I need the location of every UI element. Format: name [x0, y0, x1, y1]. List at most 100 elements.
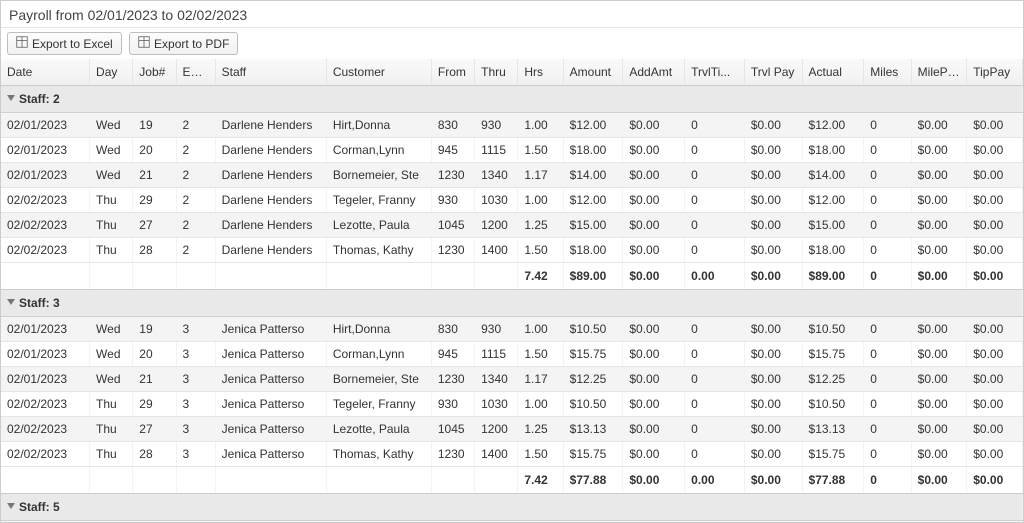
- table-row[interactable]: 02/01/2023Wed213Jenica PattersoBornemeie…: [1, 367, 1023, 392]
- cell-emp: 3: [176, 317, 215, 342]
- cell-thru: 1115: [475, 342, 518, 367]
- col-addamt[interactable]: AddAmt: [623, 59, 685, 86]
- col-from[interactable]: From: [431, 59, 474, 86]
- cell-emp: 2: [176, 213, 215, 238]
- cell-actual: $18.00: [802, 238, 864, 263]
- table-row[interactable]: 02/02/2023Thu282Darlene HendersThomas, K…: [1, 238, 1023, 263]
- group-header[interactable]: Staff: 5: [1, 494, 1023, 521]
- group-header[interactable]: Staff: 2: [1, 86, 1023, 113]
- cell-job: 21: [133, 163, 176, 188]
- cell-date: 02/02/2023: [1, 417, 90, 442]
- cell-trvlti: 0: [685, 392, 745, 417]
- cell-amount: $23.00: [563, 521, 623, 523]
- cell-job: 20: [133, 138, 176, 163]
- col-actual[interactable]: Actual: [802, 59, 864, 86]
- col-trvlpay[interactable]: Trvl Pay: [744, 59, 802, 86]
- cell-date: 02/01/2023: [1, 113, 90, 138]
- cell-customer: Lezotte, Paula: [326, 417, 431, 442]
- cell-from: 830: [431, 113, 474, 138]
- col-customer[interactable]: Customer: [326, 59, 431, 86]
- cell-actual: $12.25: [802, 367, 864, 392]
- table-row[interactable]: 02/02/2023Thu273Jenica PattersoLezotte, …: [1, 417, 1023, 442]
- cell-from: 1230: [431, 367, 474, 392]
- cell-job: 27: [133, 213, 176, 238]
- cell-thru: 1400: [475, 238, 518, 263]
- cell-addamt: $0.00: [623, 417, 685, 442]
- table-row[interactable]: 02/01/2023Wed202Darlene HendersCorman,Ly…: [1, 138, 1023, 163]
- cell-date: 02/01/2023: [1, 342, 90, 367]
- cell-hrs: 1.92: [518, 521, 563, 523]
- cell-tippay: $0.00: [967, 521, 1023, 523]
- cell-staff: Jenica Patterso: [215, 367, 326, 392]
- cell-tippay: $0.00: [967, 138, 1023, 163]
- cell-milepay: $0.00: [911, 163, 967, 188]
- col-hrs[interactable]: Hrs: [518, 59, 563, 86]
- cell-from: 905: [431, 521, 474, 523]
- cell-date: 02/01/2023: [1, 367, 90, 392]
- table-row[interactable]: 02/01/2023Wed203Jenica PattersoCorman,Ly…: [1, 342, 1023, 367]
- export-pdf-button[interactable]: Export to PDF: [129, 32, 238, 55]
- cell-amount: $18.00: [563, 138, 623, 163]
- cell-trvlpay: $0.00: [744, 317, 802, 342]
- cell-addamt: $0.00: [623, 113, 685, 138]
- group-header[interactable]: Staff: 3: [1, 290, 1023, 317]
- table-row[interactable]: 02/02/2023Thu283Jenica PattersoThomas, K…: [1, 442, 1023, 467]
- cell-customer: Corman,Lynn: [326, 342, 431, 367]
- table-row[interactable]: 02/01/2023Wed225Amanda MasonArnold, Kerr…: [1, 521, 1023, 523]
- cell-milepay: $0.00: [911, 521, 967, 523]
- cell-addamt: $0.00: [623, 392, 685, 417]
- table-row[interactable]: 02/01/2023Wed212Darlene HendersBornemeie…: [1, 163, 1023, 188]
- summary-cell-hrs: 7.42: [518, 467, 563, 494]
- cell-milepay: $0.00: [911, 417, 967, 442]
- col-staff[interactable]: Staff: [215, 59, 326, 86]
- cell-emp: 2: [176, 188, 215, 213]
- col-job[interactable]: Job#: [133, 59, 176, 86]
- export-pdf-label: Export to PDF: [154, 37, 229, 51]
- col-emp[interactable]: Emp#: [176, 59, 215, 86]
- cell-miles: 0: [864, 238, 911, 263]
- table-row[interactable]: 02/02/2023Thu293Jenica PattersoTegeler, …: [1, 392, 1023, 417]
- table-row[interactable]: 02/02/2023Thu292Darlene HendersTegeler, …: [1, 188, 1023, 213]
- table-row[interactable]: 02/01/2023Wed192Darlene HendersHirt,Donn…: [1, 113, 1023, 138]
- cell-customer: Bornemeier, Ste: [326, 163, 431, 188]
- cell-hrs: 1.00: [518, 392, 563, 417]
- cell-job: 27: [133, 417, 176, 442]
- summary-cell-trvlti: 0.00: [685, 467, 745, 494]
- cell-trvlti: 0: [685, 442, 745, 467]
- spreadsheet-icon: [138, 36, 150, 51]
- grid-scroll[interactable]: Date Day Job# Emp# Staff Customer From T…: [1, 59, 1023, 522]
- col-milepay[interactable]: MilePay: [911, 59, 967, 86]
- col-thru[interactable]: Thru: [475, 59, 518, 86]
- cell-from: 945: [431, 342, 474, 367]
- cell-hrs: 1.50: [518, 342, 563, 367]
- export-excel-button[interactable]: Export to Excel: [7, 32, 122, 55]
- cell-emp: 2: [176, 163, 215, 188]
- table-row[interactable]: 02/01/2023Wed193Jenica PattersoHirt,Donn…: [1, 317, 1023, 342]
- cell-from: 930: [431, 188, 474, 213]
- cell-amount: $15.75: [563, 442, 623, 467]
- col-trvlti[interactable]: TrvlTi...: [685, 59, 745, 86]
- cell-hrs: 1.17: [518, 163, 563, 188]
- cell-staff: Jenica Patterso: [215, 417, 326, 442]
- cell-miles: 0: [864, 442, 911, 467]
- cell-staff: Darlene Henders: [215, 163, 326, 188]
- cell-tippay: $0.00: [967, 317, 1023, 342]
- cell-trvlti: 0: [685, 163, 745, 188]
- cell-actual: $23.00: [802, 521, 864, 523]
- cell-addamt: $0.00: [623, 138, 685, 163]
- cell-milepay: $0.00: [911, 392, 967, 417]
- col-amount[interactable]: Amount: [563, 59, 623, 86]
- cell-milepay: $0.00: [911, 367, 967, 392]
- col-tippay[interactable]: TipPay: [967, 59, 1023, 86]
- cell-milepay: $0.00: [911, 442, 967, 467]
- cell-miles: 0: [864, 367, 911, 392]
- cell-amount: $14.00: [563, 163, 623, 188]
- col-date[interactable]: Date: [1, 59, 90, 86]
- col-miles[interactable]: Miles: [864, 59, 911, 86]
- cell-trvlti: 0: [685, 213, 745, 238]
- col-day[interactable]: Day: [90, 59, 133, 86]
- cell-day: Wed: [90, 163, 133, 188]
- payroll-grid: Date Day Job# Emp# Staff Customer From T…: [1, 59, 1023, 522]
- summary-cell-milepay: $0.00: [911, 467, 967, 494]
- table-row[interactable]: 02/02/2023Thu272Darlene HendersLezotte, …: [1, 213, 1023, 238]
